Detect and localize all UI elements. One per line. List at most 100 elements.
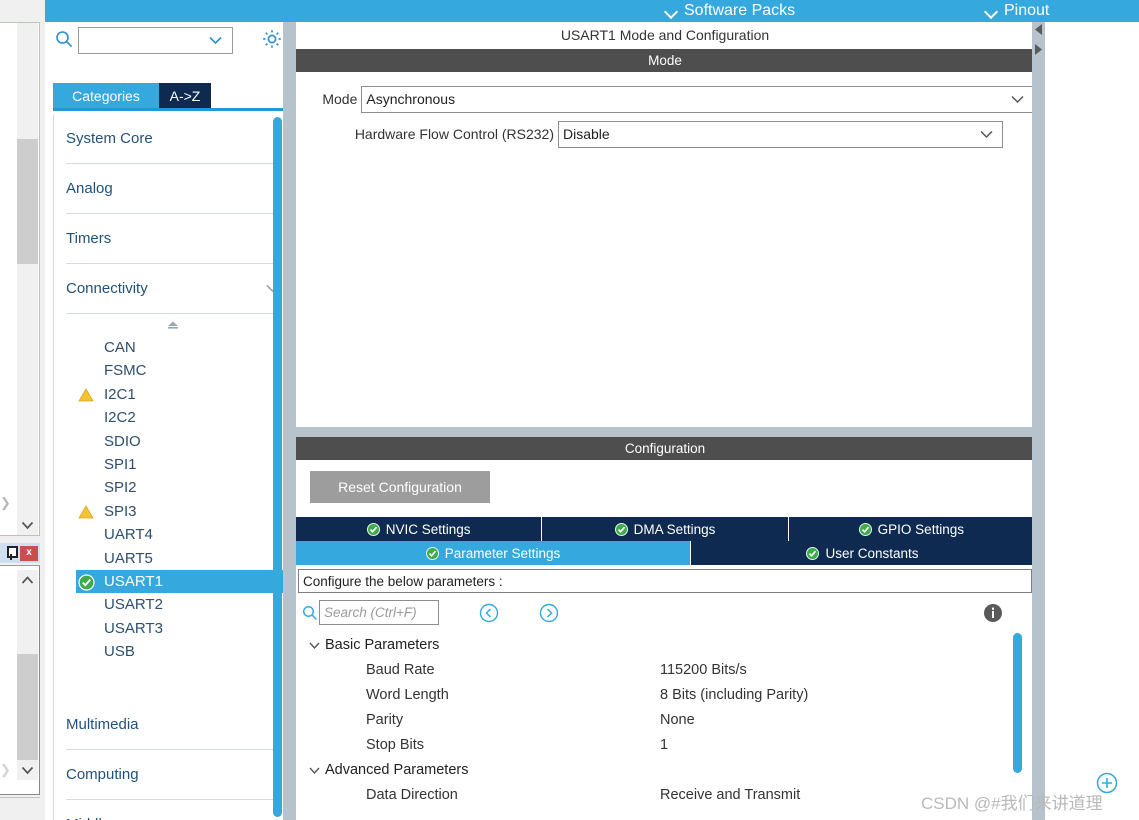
parameter-value: None: [660, 712, 695, 728]
left-dock-strip: ❯ x ❯: [0, 0, 45, 820]
chevron-down-icon: [1010, 91, 1025, 107]
reset-configuration-button[interactable]: Reset Configuration: [310, 471, 490, 503]
tab-gpio-settings[interactable]: GPIO Settings: [788, 517, 1034, 541]
tab-dma-settings-label: DMA Settings: [633, 521, 716, 537]
info-icon[interactable]: [983, 603, 1003, 623]
parameter-name: Word Length: [366, 687, 449, 703]
parameter-value: Receive and Transmit: [660, 787, 801, 803]
mode-section-header: Mode: [296, 49, 1034, 72]
sidebar-item-analog[interactable]: Analog ›: [66, 164, 280, 214]
add-button[interactable]: [1096, 772, 1118, 794]
gear-icon[interactable]: [260, 27, 284, 51]
list-item-label: USART3: [104, 619, 163, 637]
sidebar-scrollbar-track[interactable]: [273, 117, 282, 820]
tab-a-to-z[interactable]: A->Z: [159, 83, 211, 108]
sidebar-item-system-core[interactable]: System Core ›: [66, 114, 280, 164]
tab-user-constants[interactable]: User Constants: [691, 541, 1034, 565]
tab-categories-label: Categories: [72, 87, 140, 104]
chevron-down-icon: [208, 33, 223, 48]
table-row[interactable]: Stop Bits 1: [296, 733, 1034, 758]
left-panel-lower-scroll-down-button[interactable]: [17, 760, 38, 780]
mode-select[interactable]: Asynchronous: [361, 85, 1034, 113]
check-circle-icon: [366, 522, 380, 536]
parameter-list-scrollbar-thumb[interactable]: [1013, 633, 1022, 773]
parameter-group-advanced-parameters[interactable]: Advanced Parameters: [296, 758, 1034, 783]
next-icon[interactable]: [539, 603, 559, 623]
menu-item-software-packs[interactable]: Software Packs: [665, 0, 795, 22]
splitter-expand-down-icon[interactable]: [1032, 42, 1045, 58]
parameter-name: Stop Bits: [366, 737, 425, 753]
sidebar-item-label: Connectivity: [66, 280, 148, 297]
list-item-uart5[interactable]: UART5: [54, 547, 292, 570]
left-panel-upper-scrollbar-track[interactable]: [17, 23, 38, 515]
table-row[interactable]: Word Length 8 Bits (including Parity): [296, 683, 1034, 708]
dock-panel-titlebar: x: [0, 543, 40, 563]
tab-parameter-settings-label: Parameter Settings: [444, 545, 561, 561]
list-item-usart3[interactable]: USART3: [54, 617, 292, 640]
list-item-spi3[interactable]: SPI3: [54, 500, 292, 523]
chevron-down-icon: [665, 5, 677, 17]
menu-item-software-packs-label: Software Packs: [684, 2, 796, 19]
sidebar-category-tree: System Core › Analog › Timers › Connecti…: [53, 114, 293, 820]
left-panel-upper-expand-arrow[interactable]: ❯: [0, 495, 11, 511]
parameter-list: Basic Parameters Baud Rate 115200 Bits/s…: [296, 633, 1034, 808]
tab-categories[interactable]: Categories: [53, 83, 159, 108]
parameter-group-basic-parameters[interactable]: Basic Parameters: [296, 633, 1034, 658]
tab-parameter-settings[interactable]: Parameter Settings: [296, 541, 691, 565]
right-splitter[interactable]: [1032, 22, 1045, 820]
parameter-list-scrollbar-track[interactable]: [1013, 633, 1022, 785]
tab-dma-settings[interactable]: DMA Settings: [542, 517, 789, 541]
list-item-spi2[interactable]: SPI2: [54, 476, 292, 499]
left-panel-lower-expand-arrow[interactable]: ❯: [0, 762, 11, 778]
tab-nvic-settings[interactable]: NVIC Settings: [296, 517, 543, 541]
menu-item-pinout[interactable]: Pinout: [985, 0, 1049, 22]
sidebar-item-middleware[interactable]: Middleware ›: [66, 800, 280, 820]
sidebar-item-multimedia[interactable]: Multimedia ›: [66, 700, 280, 751]
list-item-label: SPI1: [104, 455, 137, 473]
list-item-can[interactable]: CAN: [54, 336, 292, 359]
list-item-usb[interactable]: USB: [54, 640, 292, 663]
sidebar-item-timers[interactable]: Timers ›: [66, 214, 280, 264]
list-item-i2c1[interactable]: I2C1: [54, 383, 292, 406]
sidebar-search-input[interactable]: [78, 27, 233, 54]
left-panel-lower-scroll-up-button[interactable]: [17, 570, 38, 590]
check-circle-icon: [806, 546, 820, 560]
warning-icon: [78, 387, 94, 403]
check-circle-icon: [858, 522, 872, 536]
pin-icon[interactable]: [4, 546, 18, 560]
close-icon[interactable]: x: [20, 545, 38, 561]
left-panel-lower-scrollbar-thumb[interactable]: [17, 654, 38, 769]
list-item-usart2[interactable]: USART2: [54, 593, 292, 616]
list-item-label: UART5: [104, 549, 153, 567]
list-item-fsmc[interactable]: FSMC: [54, 359, 292, 382]
parameter-search-row: Search (Ctrl+F): [296, 597, 1034, 630]
sidebar-item-computing[interactable]: Computing ›: [66, 750, 280, 801]
hardware-flow-control-value: Disable: [563, 126, 610, 142]
list-item-label: USB: [104, 643, 135, 661]
list-item-sdio[interactable]: SDIO: [54, 430, 292, 453]
previous-icon[interactable]: [479, 603, 499, 623]
parameter-search-input[interactable]: Search (Ctrl+F): [319, 600, 439, 625]
list-item-label: SPI3: [104, 502, 137, 520]
left-panel-upper-scrollbar-thumb[interactable]: [17, 139, 38, 264]
splitter-collapse-up-icon[interactable]: [1032, 22, 1045, 38]
plus-circle-icon: [1096, 772, 1118, 794]
list-item-uart4[interactable]: UART4: [54, 523, 292, 546]
list-item-usart1[interactable]: USART1: [76, 569, 292, 594]
hardware-flow-control-select[interactable]: Disable: [558, 120, 1003, 148]
top-menu-bar: Software Packs Pinout: [45, 0, 1139, 22]
table-row[interactable]: Parity None: [296, 708, 1034, 733]
mode-field-row: Mode Asynchronous: [296, 85, 1034, 113]
configuration-tabs-row-1: NVIC Settings DMA Settings GPIO Settings: [296, 517, 1034, 541]
list-item-spi1[interactable]: SPI1: [54, 453, 292, 476]
sidebar-item-connectivity[interactable]: Connectivity: [66, 264, 280, 314]
left-panel-lower: ❯: [0, 565, 40, 795]
sidebar-splitter[interactable]: [283, 22, 296, 820]
mode-section-body: Mode Asynchronous Hardware Flow Control …: [296, 72, 1034, 427]
chevron-down-icon: [979, 126, 994, 142]
left-panel-upper-scroll-down-button[interactable]: [17, 515, 38, 535]
sidebar-scrollbar-thumb[interactable]: [273, 117, 282, 817]
peripheral-list-scroll-up-knob[interactable]: [54, 314, 292, 334]
table-row[interactable]: Baud Rate 115200 Bits/s: [296, 658, 1034, 683]
list-item-i2c2[interactable]: I2C2: [54, 406, 292, 429]
